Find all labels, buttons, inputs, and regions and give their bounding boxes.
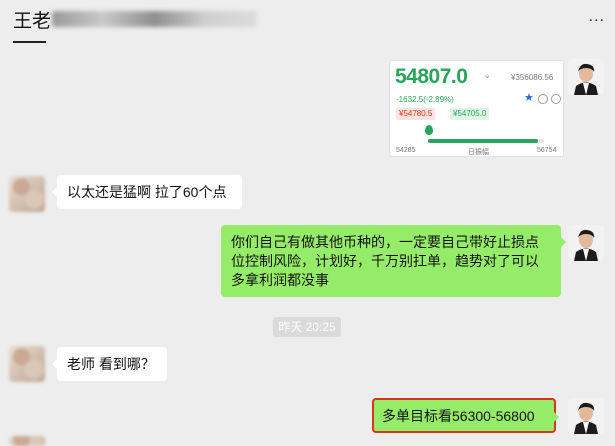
range-low: 54285 <box>396 147 416 154</box>
message-text: 老师 看到哪？ <box>67 356 155 372</box>
message-text: 多单目标看56300-56800 <box>382 408 535 424</box>
title-underline <box>13 41 46 43</box>
title-redaction-blur <box>52 11 257 27</box>
screenshot-tag-high: ¥54705.0 <box>450 108 490 120</box>
avatar-contact[interactable] <box>9 436 45 446</box>
avatar-contact[interactable] <box>9 346 45 382</box>
shared-screenshot[interactable]: 54807.0 ⌄ ¥356086.56 -1632.5(-2.89%) ★ ¥… <box>389 60 564 157</box>
avatar-man-icon <box>568 398 604 434</box>
more-icon[interactable]: ... <box>589 8 605 26</box>
range-high: 56754 <box>537 147 557 154</box>
range-marker-icon <box>425 125 433 135</box>
message-text: 你们自己有做其他币种的，一定要自己带好止损点位控制风险，计划好，千万别扛单，趋势… <box>231 234 539 288</box>
message-bubble[interactable]: 以太还是猛啊 拉了60个点 <box>52 175 242 209</box>
avatar-man-icon <box>568 225 604 261</box>
avatar-self[interactable] <box>568 398 604 434</box>
chat-title: 王老 <box>13 11 52 32</box>
range-bar-fill <box>428 139 539 143</box>
screenshot-price-cny: ¥356086.56 <box>511 73 554 82</box>
message-bubble-highlighted[interactable]: 多单目标看56300-56800 <box>372 398 559 433</box>
avatar-contact[interactable] <box>9 176 45 212</box>
circle-icon <box>538 94 548 104</box>
screenshot-change: -1632.5(-2.89%) <box>396 95 454 104</box>
range-label: 日振幅 <box>468 149 489 156</box>
chat-header: 王老 ... <box>0 0 615 44</box>
message-text: 以太还是猛啊 拉了60个点 <box>67 184 227 200</box>
chevron-down-icon: ⌄ <box>483 70 492 81</box>
screenshot-tag-low: ¥54780.5 <box>396 108 436 120</box>
message-bubble[interactable]: 你们自己有做其他币种的，一定要自己带好止损点位控制风险，计划好，千万别扛单，趋势… <box>221 225 566 297</box>
screenshot-price: 54807.0 <box>395 65 468 88</box>
timestamp: 昨天 20:25 <box>273 317 341 337</box>
range-bar <box>428 139 544 143</box>
circle-icon <box>551 94 561 104</box>
star-icon: ★ <box>524 92 534 104</box>
avatar-self[interactable] <box>568 225 604 261</box>
avatar-self[interactable] <box>568 59 604 95</box>
avatar-man-icon <box>568 59 604 95</box>
message-bubble[interactable]: 老师 看到哪？ <box>52 347 167 381</box>
